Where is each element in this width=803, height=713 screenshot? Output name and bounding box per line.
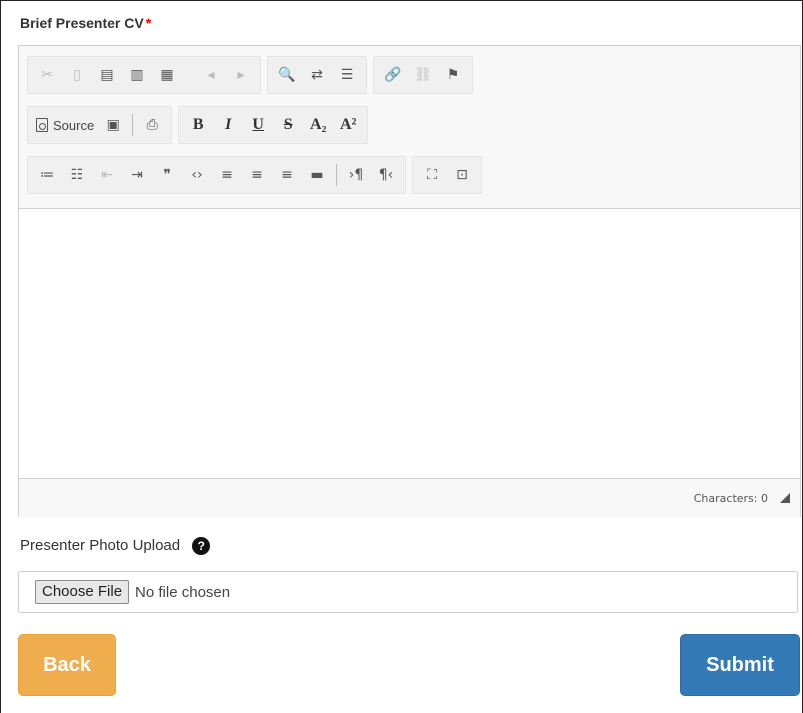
select-all-icon[interactable]: ☰ [334, 61, 360, 89]
print-icon[interactable]: ⎙ [139, 111, 165, 139]
basic-styles-group: B I U S A₂ A² [178, 106, 369, 144]
toolbar-separator [132, 114, 134, 136]
redo-icon[interactable]: ▸ [228, 61, 254, 89]
show-blocks-icon[interactable]: ⊡ [449, 161, 475, 189]
photo-field-label: Presenter Photo Upload ? [20, 537, 211, 556]
rtl-icon[interactable]: ¶‹ [373, 161, 399, 189]
code-icon[interactable]: ‹› [184, 161, 210, 189]
file-status-text: No file chosen [135, 583, 231, 601]
resize-handle[interactable] [780, 493, 790, 503]
photo-label-text: Presenter Photo Upload [20, 537, 181, 554]
copy-icon[interactable]: ▯ [64, 61, 90, 89]
ltr-icon[interactable]: ›¶ [343, 161, 369, 189]
link-icon[interactable]: 🔗 [380, 61, 406, 89]
link-group: 🔗 ⛓ ⚑ [373, 56, 473, 94]
find-icon[interactable]: 🔍 [274, 61, 300, 89]
help-icon[interactable]: ? [192, 537, 211, 556]
undo-icon[interactable]: ◂ [198, 61, 224, 89]
paste-text-icon[interactable]: ▥ [124, 61, 150, 89]
source-label: Source [53, 117, 95, 133]
align-left-icon[interactable]: ≡ [214, 161, 240, 189]
paste-word-icon[interactable]: ▦ [154, 61, 180, 89]
strike-button[interactable]: S [275, 111, 301, 139]
clipboard-group: ✂ ▯ ▤ ▥ ▦ ◂ ▸ [27, 56, 261, 94]
replace-icon[interactable]: ⇄ [304, 61, 330, 89]
paste-icon[interactable]: ▤ [94, 61, 120, 89]
cv-label-text: Brief Presenter CV [20, 15, 144, 31]
required-mark: * [145, 15, 152, 31]
preview-icon[interactable]: ▣ [100, 111, 126, 139]
indent-icon[interactable]: ⇥ [124, 161, 150, 189]
submit-button[interactable]: Submit [680, 634, 800, 696]
cut-icon[interactable]: ✂ [34, 61, 60, 89]
rich-text-editor: ✂ ▯ ▤ ▥ ▦ ◂ ▸ 🔍 ⇄ ☰ 🔗 ⛓ ⚑ Source ▣ ⎙ B I U S A₂ A² ≔ ☷ ⇤ ⇥… [18, 45, 801, 517]
tools-group: ⛶ ⊡ [412, 156, 482, 194]
unlink-icon[interactable]: ⛓ [410, 61, 436, 89]
toolbar-separator [336, 164, 337, 186]
editor-content-area[interactable] [19, 209, 800, 479]
character-count: Characters: 0 [693, 491, 768, 505]
italic-button[interactable]: I [215, 111, 241, 139]
back-button[interactable]: Back [18, 634, 116, 696]
align-center-icon[interactable]: ≡ [244, 161, 270, 189]
anchor-icon[interactable]: ⚑ [440, 61, 466, 89]
editor-status-bar: Characters: 0 [19, 479, 800, 517]
paragraph-group: ≔ ☷ ⇤ ⇥ ❞ ‹› ≡ ≡ ≡ ▬ ›¶ ¶‹ [27, 156, 406, 194]
photo-file-input: Choose File No file chosen [18, 571, 798, 613]
subscript-button[interactable]: A₂ [305, 111, 331, 139]
bulleted-list-icon[interactable]: ☷ [64, 161, 90, 189]
source-button[interactable]: Source [32, 111, 98, 139]
bold-button[interactable]: B [185, 111, 211, 139]
toolbar-row-3: ≔ ☷ ⇤ ⇥ ❞ ‹› ≡ ≡ ≡ ▬ ›¶ ¶‹ ⛶ ⊡ [27, 156, 488, 194]
numbered-list-icon[interactable]: ≔ [34, 161, 60, 189]
align-right-icon[interactable]: ≡ [274, 161, 300, 189]
editor-toolbar: ✂ ▯ ▤ ▥ ▦ ◂ ▸ 🔍 ⇄ ☰ 🔗 ⛓ ⚑ Source ▣ ⎙ B I U S A₂ A² ≔ ☷ ⇤ ⇥… [19, 46, 800, 209]
cv-field-label: Brief Presenter CV * [20, 15, 151, 31]
blockquote-icon[interactable]: ❞ [154, 161, 180, 189]
maximize-icon[interactable]: ⛶ [419, 161, 445, 189]
document-group: Source ▣ ⎙ [27, 106, 173, 144]
toolbar-row-2: Source ▣ ⎙ B I U S A₂ A² [27, 106, 374, 144]
outdent-icon[interactable]: ⇤ [94, 161, 120, 189]
justify-icon[interactable]: ▬ [304, 161, 330, 189]
superscript-button[interactable]: A² [335, 111, 361, 139]
find-group: 🔍 ⇄ ☰ [267, 56, 367, 94]
toolbar-row-1: ✂ ▯ ▤ ▥ ▦ ◂ ▸ 🔍 ⇄ ☰ 🔗 ⛓ ⚑ [27, 56, 479, 94]
choose-file-button[interactable]: Choose File [35, 580, 130, 604]
source-icon [36, 118, 48, 132]
underline-button[interactable]: U [245, 111, 271, 139]
